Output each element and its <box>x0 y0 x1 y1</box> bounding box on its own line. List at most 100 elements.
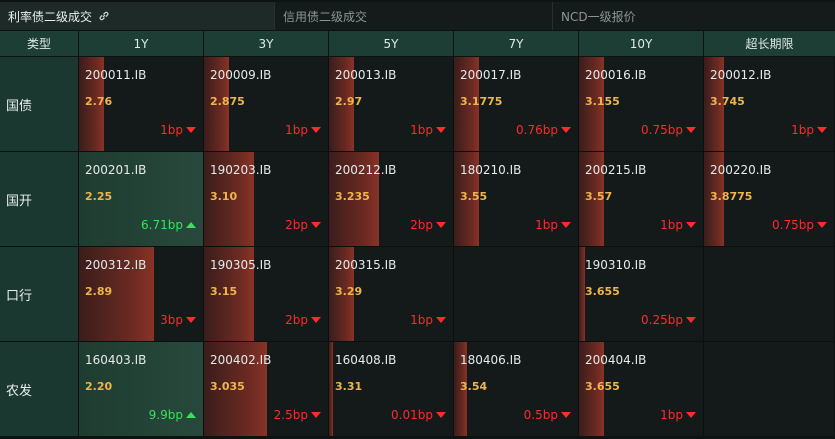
bond-code[interactable]: 200011.IB <box>85 68 146 82</box>
yield-change-value: 2bp <box>285 313 308 327</box>
bond-cell[interactable]: 190203.IB 3.10 2bp <box>204 152 329 246</box>
bond-code[interactable]: 200215.IB <box>585 163 646 177</box>
bond-code[interactable]: 200402.IB <box>210 353 271 367</box>
bond-trade-panel: 利率债二级成交 信用债二级成交 NCD一级报价 类型 1Y 3Y 5Y 7Y 1… <box>0 0 835 439</box>
arrow-down-icon <box>436 317 446 323</box>
bond-yield: 3.31 <box>335 380 363 393</box>
yield-change: 1bp <box>535 218 571 232</box>
bond-cell[interactable]: 200315.IB 3.29 1bp <box>329 247 454 341</box>
bond-code[interactable]: 200013.IB <box>335 68 396 82</box>
yield-change: 1bp <box>660 218 696 232</box>
bond-yield: 3.155 <box>585 95 620 108</box>
row-type-label: 农发 <box>0 342 79 436</box>
bond-code[interactable]: 180210.IB <box>460 163 521 177</box>
yield-change-value: 1bp <box>791 123 814 137</box>
bond-code[interactable]: 200012.IB <box>710 68 771 82</box>
bond-cell[interactable]: 200220.IB 3.8775 0.75bp <box>704 152 834 246</box>
bond-yield: 3.55 <box>460 190 488 203</box>
column-header-7y[interactable]: 7Y <box>454 31 579 56</box>
bond-cell[interactable]: 200215.IB 3.57 1bp <box>579 152 704 246</box>
column-header-ultra-long[interactable]: 超长期限 <box>704 31 835 56</box>
arrow-down-icon <box>311 412 321 418</box>
bond-cell[interactable]: 200009.IB 2.875 1bp <box>204 57 329 151</box>
yield-change: 2bp <box>285 218 321 232</box>
yield-change: 3bp <box>160 313 196 327</box>
bond-cell[interactable]: 200016.IB 3.155 0.75bp <box>579 57 704 151</box>
tab-label: NCD一级报价 <box>561 9 636 24</box>
bond-code[interactable]: 160408.IB <box>335 353 396 367</box>
bond-code[interactable]: 190310.IB <box>585 258 646 272</box>
yield-change-value: 1bp <box>535 218 558 232</box>
bond-cell[interactable]: 200017.IB 3.1775 0.76bp <box>454 57 579 151</box>
bond-yield: 3.15 <box>210 285 238 298</box>
bond-code[interactable]: 200312.IB <box>85 258 146 272</box>
bond-cell[interactable]: 200201.IB 2.25 6.71bp <box>79 152 204 246</box>
bond-cell[interactable]: 190305.IB 3.15 2bp <box>204 247 329 341</box>
bond-code[interactable]: 200009.IB <box>210 68 271 82</box>
bond-code[interactable]: 200016.IB <box>585 68 646 82</box>
link-icon[interactable] <box>98 10 110 22</box>
arrow-down-icon <box>311 317 321 323</box>
bond-cell[interactable]: 200212.IB 3.235 2bp <box>329 152 454 246</box>
yield-change-value: 0.76bp <box>516 123 558 137</box>
bond-cell[interactable]: 200011.IB 2.76 1bp <box>79 57 204 151</box>
bond-cell[interactable]: 200402.IB 3.035 2.5bp <box>204 342 329 436</box>
bond-cell[interactable]: 160403.IB 2.20 9.9bp <box>79 342 204 436</box>
yield-change: 1bp <box>285 123 321 137</box>
table-row: 国债 200011.IB 2.76 1bp 200009.IB 2.875 1bp 20001… <box>0 57 835 152</box>
bond-cell[interactable]: 180210.IB 3.55 1bp <box>454 152 579 246</box>
tab-rate-bond-secondary[interactable]: 利率债二级成交 <box>0 2 275 30</box>
bond-yield: 3.10 <box>210 190 238 203</box>
yield-change-value: 2bp <box>410 218 433 232</box>
column-header-3y[interactable]: 3Y <box>204 31 329 56</box>
column-header-type[interactable]: 类型 <box>0 31 79 56</box>
row-type-label: 口行 <box>0 247 79 341</box>
yield-change-value: 0.75bp <box>641 123 683 137</box>
bond-code[interactable]: 160403.IB <box>85 353 146 367</box>
yield-change-value: 6.71bp <box>141 218 183 232</box>
bond-cell[interactable]: 200012.IB 3.745 1bp <box>704 57 834 151</box>
yield-change-value: 0.01bp <box>391 408 433 422</box>
bond-yield: 2.20 <box>85 380 113 393</box>
bond-code[interactable]: 200315.IB <box>335 258 396 272</box>
yield-change: 1bp <box>660 408 696 422</box>
bond-code[interactable]: 190305.IB <box>210 258 271 272</box>
bond-cell[interactable]: 200404.IB 3.655 1bp <box>579 342 704 436</box>
bond-yield: 3.035 <box>210 380 245 393</box>
yield-change: 0.76bp <box>516 123 571 137</box>
arrow-down-icon <box>817 222 827 228</box>
yield-change-value: 1bp <box>285 123 308 137</box>
arrow-down-icon <box>561 412 571 418</box>
arrow-down-icon <box>436 127 446 133</box>
column-header-1y[interactable]: 1Y <box>79 31 204 56</box>
bond-yield: 2.76 <box>85 95 113 108</box>
yield-change: 0.01bp <box>391 408 446 422</box>
bond-code[interactable]: 180406.IB <box>460 353 521 367</box>
yield-change: 2bp <box>410 218 446 232</box>
bond-code[interactable]: 200017.IB <box>460 68 521 82</box>
column-header-5y[interactable]: 5Y <box>329 31 454 56</box>
bond-code[interactable]: 200404.IB <box>585 353 646 367</box>
tab-label: 信用债二级成交 <box>283 9 368 24</box>
bond-cell[interactable]: 190310.IB 3.655 0.25bp <box>579 247 704 341</box>
bond-code[interactable]: 200220.IB <box>710 163 771 177</box>
bond-cell[interactable]: 180406.IB 3.54 0.5bp <box>454 342 579 436</box>
bond-cell[interactable]: 160408.IB 3.31 0.01bp <box>329 342 454 436</box>
arrow-down-icon <box>686 412 696 418</box>
yield-change-value: 1bp <box>660 218 683 232</box>
bond-code[interactable]: 200212.IB <box>335 163 396 177</box>
yield-change-value: 2.5bp <box>273 408 308 422</box>
column-header-10y[interactable]: 10Y <box>579 31 704 56</box>
tab-ncd-primary-quote[interactable]: NCD一级报价 <box>553 2 835 30</box>
yield-change: 2.5bp <box>274 408 321 422</box>
bond-cell[interactable]: 200312.IB 2.89 3bp <box>79 247 204 341</box>
bond-code[interactable]: 200201.IB <box>85 163 146 177</box>
tab-credit-bond-secondary[interactable]: 信用债二级成交 <box>275 2 553 30</box>
bond-cell <box>454 247 579 341</box>
arrow-down-icon <box>436 412 446 418</box>
bond-cell[interactable]: 200013.IB 2.97 1bp <box>329 57 454 151</box>
arrow-down-icon <box>686 317 696 323</box>
bond-code[interactable]: 190203.IB <box>210 163 271 177</box>
arrow-down-icon <box>686 222 696 228</box>
yield-change: 0.75bp <box>641 123 696 137</box>
